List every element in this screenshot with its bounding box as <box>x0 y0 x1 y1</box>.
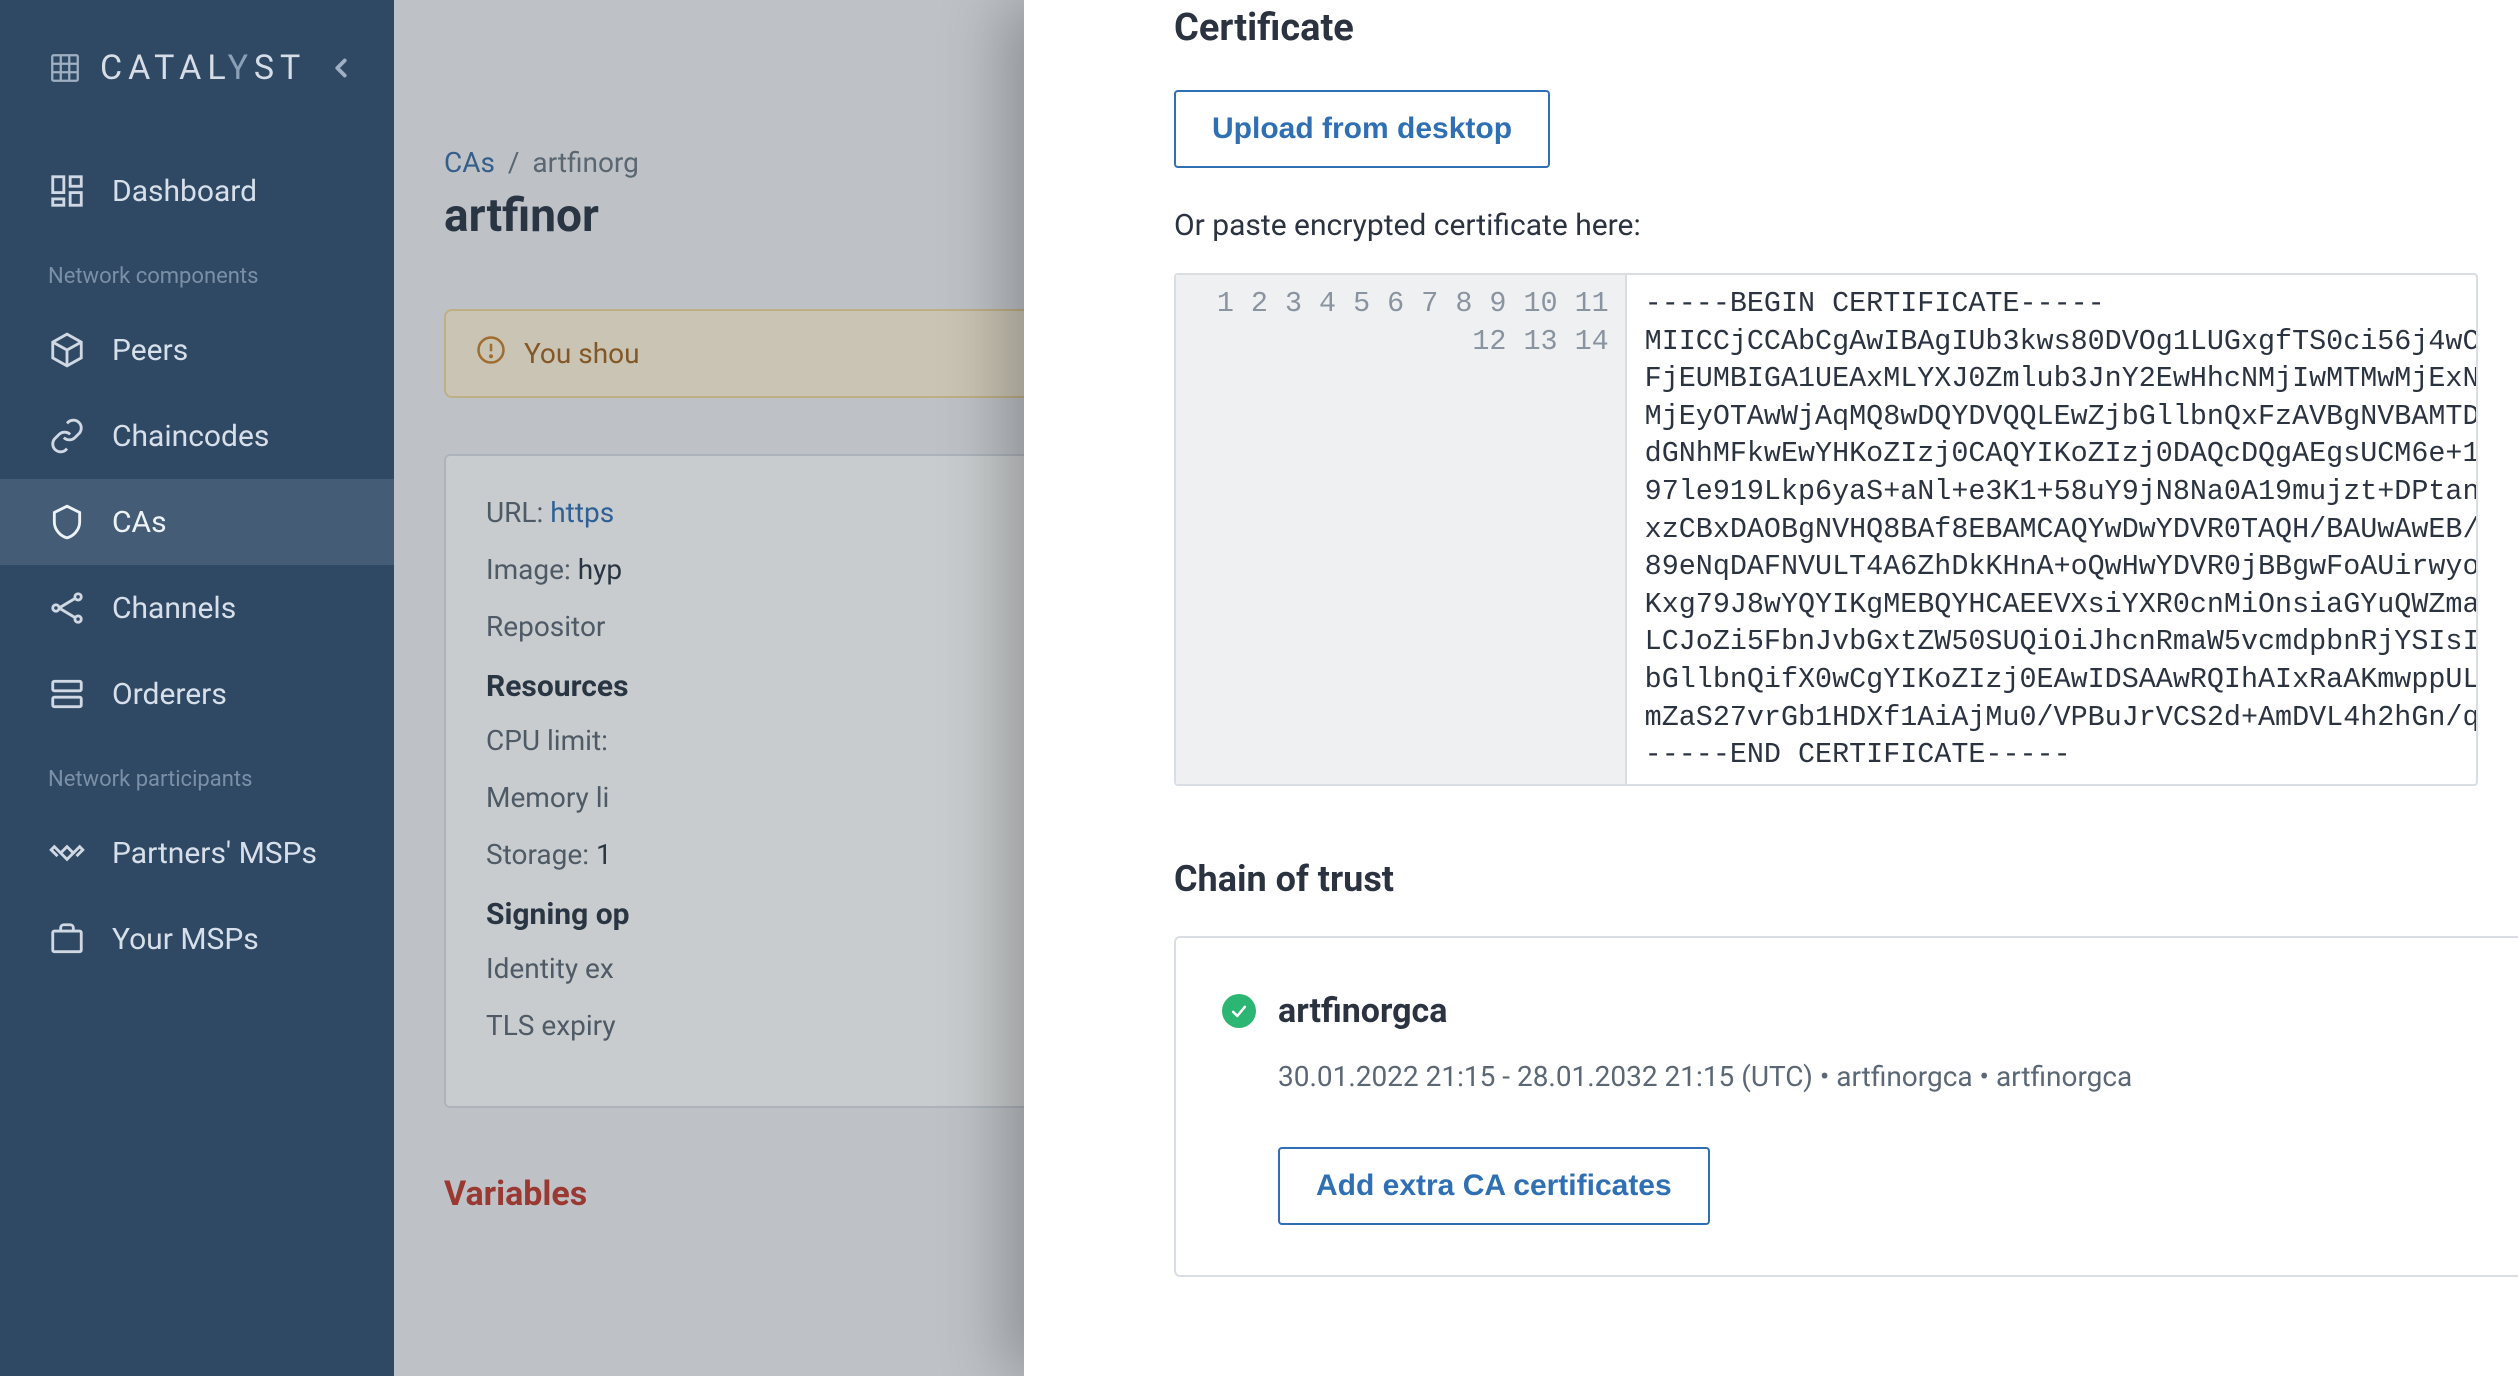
sidebar-item-your-msps[interactable]: Your MSPs <box>0 896 394 982</box>
sidebar-item-dashboard[interactable]: Dashboard <box>0 148 394 234</box>
certificate-textarea[interactable]: -----BEGIN CERTIFICATE----- MIICCjCCAbCg… <box>1627 275 2476 784</box>
chain-item-meta: 30.01.2022 21:15 - 28.01.2032 21:15 (UTC… <box>1278 1060 2518 1093</box>
upload-from-desktop-button[interactable]: Upload from desktop <box>1174 90 1550 168</box>
dashboard-icon <box>48 172 86 210</box>
sidebar-item-label: Your MSPs <box>112 922 259 957</box>
sidebar-item-cas[interactable]: CAs <box>0 479 394 565</box>
sidebar-item-label: CAs <box>112 505 167 540</box>
certificate-modal: Certificate Upload from desktop Or paste… <box>1024 0 2518 1376</box>
handshake-icon <box>48 834 86 872</box>
sidebar-item-channels[interactable]: Channels <box>0 565 394 651</box>
shield-icon <box>48 503 86 541</box>
sidebar-item-partners-msps[interactable]: Partners' MSPs <box>0 810 394 896</box>
network-icon <box>48 589 86 627</box>
sidebar-item-orderers[interactable]: Orderers <box>0 651 394 737</box>
chain-of-trust-heading: Chain of trust <box>1174 858 2448 900</box>
sidebar-item-label: Orderers <box>112 677 227 712</box>
cube-icon <box>48 331 86 369</box>
sidebar-item-label: Chaincodes <box>112 419 269 454</box>
sidebar-section-participants: Network participants <box>0 737 394 810</box>
briefcase-icon <box>48 920 86 958</box>
sidebar-item-label: Dashboard <box>112 174 257 209</box>
main-area: CAs / artfinorg artfinor You shou URL: h… <box>394 0 2518 1376</box>
check-ok-icon <box>1222 994 1256 1028</box>
link-icon <box>48 417 86 455</box>
line-number-gutter: 1 2 3 4 5 6 7 8 9 10 11 12 13 14 <box>1176 275 1627 784</box>
certificate-editor[interactable]: 1 2 3 4 5 6 7 8 9 10 11 12 13 14 -----BE… <box>1174 273 2478 786</box>
brand-row: CATALYST <box>0 18 394 148</box>
add-extra-ca-button[interactable]: Add extra CA certificates <box>1278 1147 1710 1225</box>
sidebar: CATALYST Dashboard Network components Pe… <box>0 0 394 1376</box>
certificate-heading: Certificate <box>1174 6 2448 50</box>
sidebar-item-label: Channels <box>112 591 236 626</box>
sidebar-section-components: Network components <box>0 234 394 307</box>
chain-item-name: artfinorgca <box>1278 991 1447 1031</box>
sidebar-item-chaincodes[interactable]: Chaincodes <box>0 393 394 479</box>
chain-card: artfinorgca Remove 30.01.2022 21:15 - 28… <box>1174 936 2518 1277</box>
sidebar-item-label: Partners' MSPs <box>112 836 317 871</box>
sidebar-item-peers[interactable]: Peers <box>0 307 394 393</box>
brand-logo-icon <box>48 51 82 85</box>
sidebar-collapse-button[interactable] <box>324 48 358 88</box>
sidebar-item-label: Peers <box>112 333 188 368</box>
server-icon <box>48 675 86 713</box>
brand-text: CATALYST <box>100 48 306 88</box>
paste-label: Or paste encrypted certificate here: <box>1174 208 2448 243</box>
